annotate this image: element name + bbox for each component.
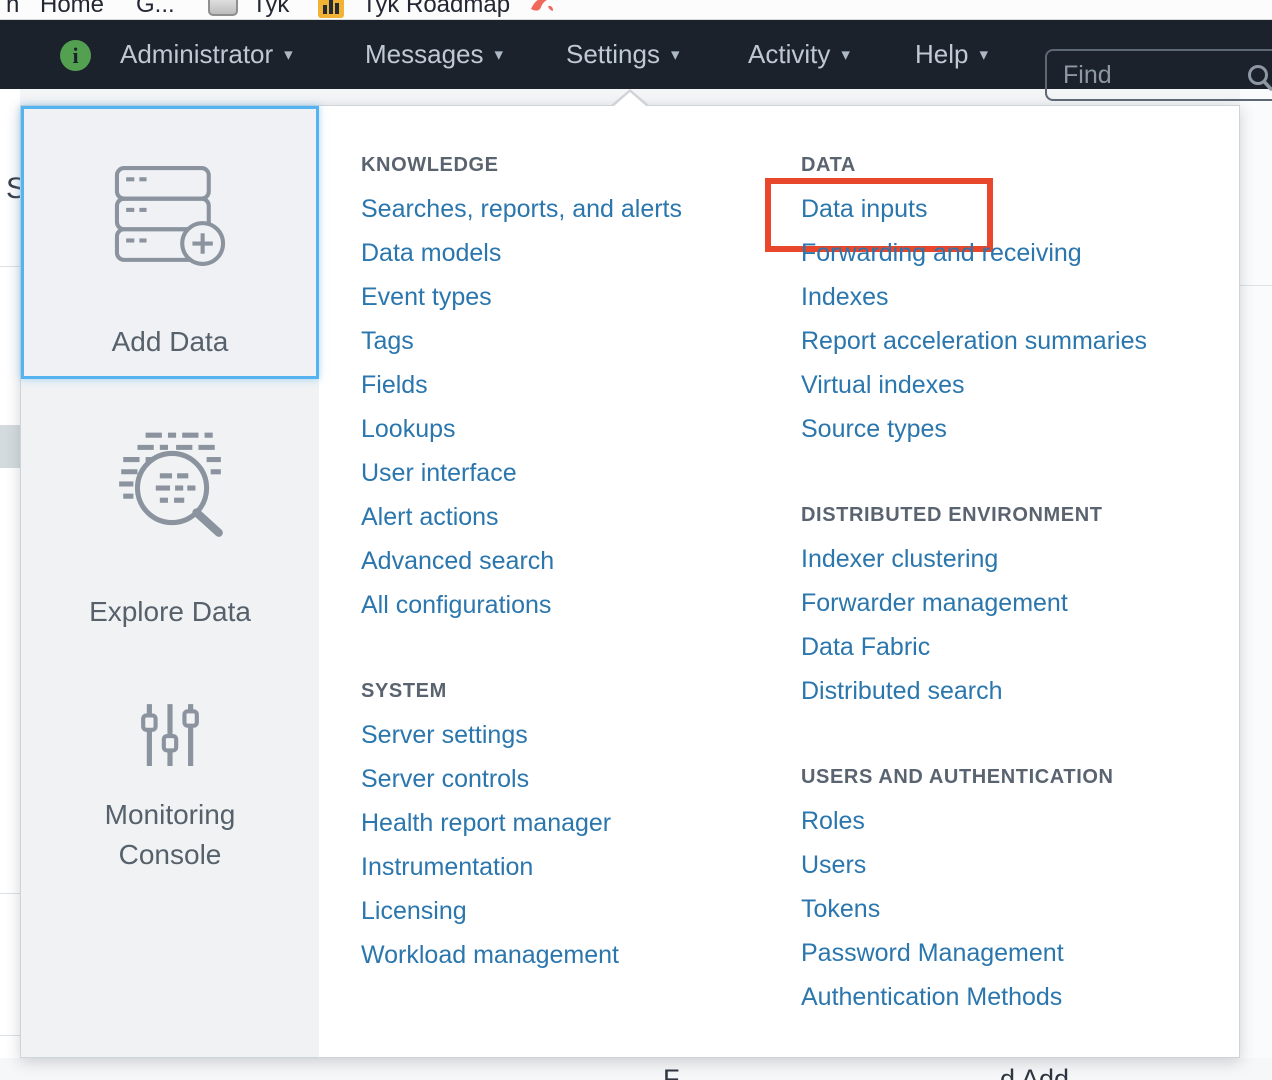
chevron-down-icon: ▾ xyxy=(495,45,504,65)
nav-label: Administrator xyxy=(120,39,273,70)
nav-label: Settings xyxy=(566,39,660,70)
tyk-roadmap-favicon-icon xyxy=(318,0,344,18)
explore-data-icon xyxy=(109,425,231,552)
menu-link-forwarding-and-receiving[interactable]: Forwarding and receiving xyxy=(801,231,1082,275)
tile-explore-data[interactable]: Explore Data xyxy=(21,379,319,652)
menu-link-health-report-manager[interactable]: Health report manager xyxy=(361,801,611,845)
info-glyph: i xyxy=(72,43,78,69)
browser-bookmarks-bar: n Home G... Tyk Tyk Roadmap xyxy=(0,0,1272,20)
menu-link-password-management[interactable]: Password Management xyxy=(801,931,1064,975)
add-data-icon xyxy=(113,165,227,272)
chevron-down-icon: ▾ xyxy=(284,45,293,65)
menu-link-instrumentation[interactable]: Instrumentation xyxy=(361,845,533,889)
menu-link-virtual-indexes[interactable]: Virtual indexes xyxy=(801,363,965,407)
menu-column-2: DATAData inputsForwarding and receivingI… xyxy=(801,151,1231,1019)
menu-link-advanced-search[interactable]: Advanced search xyxy=(361,539,554,583)
menu-link-distributed-search[interactable]: Distributed search xyxy=(801,669,1002,713)
menu-link-server-settings[interactable]: Server settings xyxy=(361,713,528,757)
menu-link-tokens[interactable]: Tokens xyxy=(801,887,880,931)
menu-link-licensing[interactable]: Licensing xyxy=(361,889,467,933)
occluded-page-bottom: F d Add xyxy=(0,1058,1272,1080)
menu-link-report-acceleration-summaries[interactable]: Report acceleration summaries xyxy=(801,319,1147,363)
menu-link-lookups[interactable]: Lookups xyxy=(361,407,456,451)
monitoring-console-icon xyxy=(141,702,199,773)
nav-menu-settings[interactable]: Settings ▾ xyxy=(566,20,680,89)
settings-dropdown-panel: Add Data xyxy=(20,105,1240,1058)
menu-link-alert-actions[interactable]: Alert actions xyxy=(361,495,499,539)
nav-menu-help[interactable]: Help ▾ xyxy=(915,20,988,89)
divider xyxy=(0,266,20,267)
section-title-users-and-authentication: USERS AND AUTHENTICATION xyxy=(801,763,1231,791)
menu-link-fields[interactable]: Fields xyxy=(361,363,428,407)
app-top-navbar: i Administrator ▾ Messages ▾ Settings ▾ … xyxy=(0,20,1272,89)
menu-section-system: SYSTEM Server settingsServer controlsHeal… xyxy=(361,677,791,977)
menu-link-tags[interactable]: Tags xyxy=(361,319,414,363)
occluded-page-left: S xyxy=(0,20,20,1080)
tile-label: Monitoring Console xyxy=(85,795,255,875)
bookmark-item[interactable]: G... xyxy=(136,0,175,19)
dropdown-notch xyxy=(614,92,646,106)
menu-link-server-controls[interactable]: Server controls xyxy=(361,757,529,801)
nav-label: Messages xyxy=(365,39,484,70)
menu-link-workload-management[interactable]: Workload management xyxy=(361,933,619,977)
menu-link-source-types[interactable]: Source types xyxy=(801,407,947,451)
menu-section-knowledge: KNOWLEDGE Searches, reports, and alertsDa… xyxy=(361,151,791,627)
section-title-distributed-environment: DISTRIBUTED ENVIRONMENT xyxy=(801,501,1231,529)
menu-link-roles[interactable]: Roles xyxy=(801,799,865,843)
menu-link-authentication-methods[interactable]: Authentication Methods xyxy=(801,975,1062,1019)
search-icon xyxy=(1245,63,1272,98)
menu-link-indexer-clustering[interactable]: Indexer clustering xyxy=(801,537,998,581)
bookmark-item-tyk[interactable]: Tyk xyxy=(252,0,289,19)
menu-link-data-fabric[interactable]: Data Fabric xyxy=(801,625,930,669)
nav-label: Help xyxy=(915,39,968,70)
occluded-text: F xyxy=(663,1064,680,1080)
menu-link-data-models[interactable]: Data models xyxy=(361,231,501,275)
nav-menu-activity[interactable]: Activity ▾ xyxy=(748,20,850,89)
tile-monitoring-console[interactable]: Monitoring Console xyxy=(21,652,319,925)
menu-section-distributed-environment: DISTRIBUTED ENVIRONMENT Indexer clusterin… xyxy=(801,501,1231,713)
menu-link-searches-reports-and-alerts[interactable]: Searches, reports, and alerts xyxy=(361,187,682,231)
bookmark-item-tyk-roadmap[interactable]: Tyk Roadmap xyxy=(362,0,510,19)
tyk-favicon-icon xyxy=(208,0,238,16)
section-title-knowledge: KNOWLEDGE xyxy=(361,151,791,179)
menu-section-users-and-authentication: USERS AND AUTHENTICATION RolesUsersTokens… xyxy=(801,763,1231,1019)
nav-menu-messages[interactable]: Messages ▾ xyxy=(365,20,503,89)
chevron-down-icon: ▾ xyxy=(671,45,680,65)
find-search-box xyxy=(1045,49,1272,101)
menu-link-users[interactable]: Users xyxy=(801,843,866,887)
section-title-data: DATA xyxy=(801,151,1231,179)
info-icon[interactable]: i xyxy=(60,40,91,71)
divider xyxy=(1240,285,1272,286)
chevron-down-icon: ▾ xyxy=(841,45,850,65)
occluded-text: d Add xyxy=(1000,1064,1069,1080)
nav-menu-administrator[interactable]: Administrator ▾ xyxy=(120,20,293,89)
tile-label: Explore Data xyxy=(89,592,251,632)
menu-link-all-configurations[interactable]: All configurations xyxy=(361,583,551,627)
nav-label: Activity xyxy=(748,39,830,70)
menu-link-user-interface[interactable]: User interface xyxy=(361,451,517,495)
section-title-system: SYSTEM xyxy=(361,677,791,705)
tile-add-data[interactable]: Add Data xyxy=(21,106,319,379)
menu-column-1: KNOWLEDGE Searches, reports, and alertsDa… xyxy=(361,151,791,977)
divider xyxy=(0,893,20,894)
find-input[interactable] xyxy=(1047,51,1272,99)
menu-link-forwarder-management[interactable]: Forwarder management xyxy=(801,581,1068,625)
bookmark-item-home[interactable]: Home xyxy=(40,0,104,19)
occluded-page-right xyxy=(1240,20,1272,1080)
reports-dashboard-favicon-icon xyxy=(528,0,556,18)
menu-tiles-column: Add Data xyxy=(21,106,319,1057)
occluded-list-row xyxy=(0,425,20,468)
bookmark-item[interactable]: n xyxy=(6,0,19,19)
menu-link-indexes[interactable]: Indexes xyxy=(801,275,889,319)
divider xyxy=(0,1035,20,1036)
screen: { "bookmarks_bar": { "items": [ { "label… xyxy=(0,0,1272,1080)
menu-link-event-types[interactable]: Event types xyxy=(361,275,492,319)
menu-section-data: DATA Data inputsForwarding and receivingI… xyxy=(801,151,1231,451)
tile-label: Add Data xyxy=(112,322,229,362)
chevron-down-icon: ▾ xyxy=(979,45,988,65)
menu-link-data-inputs[interactable]: Data inputs xyxy=(801,187,927,231)
